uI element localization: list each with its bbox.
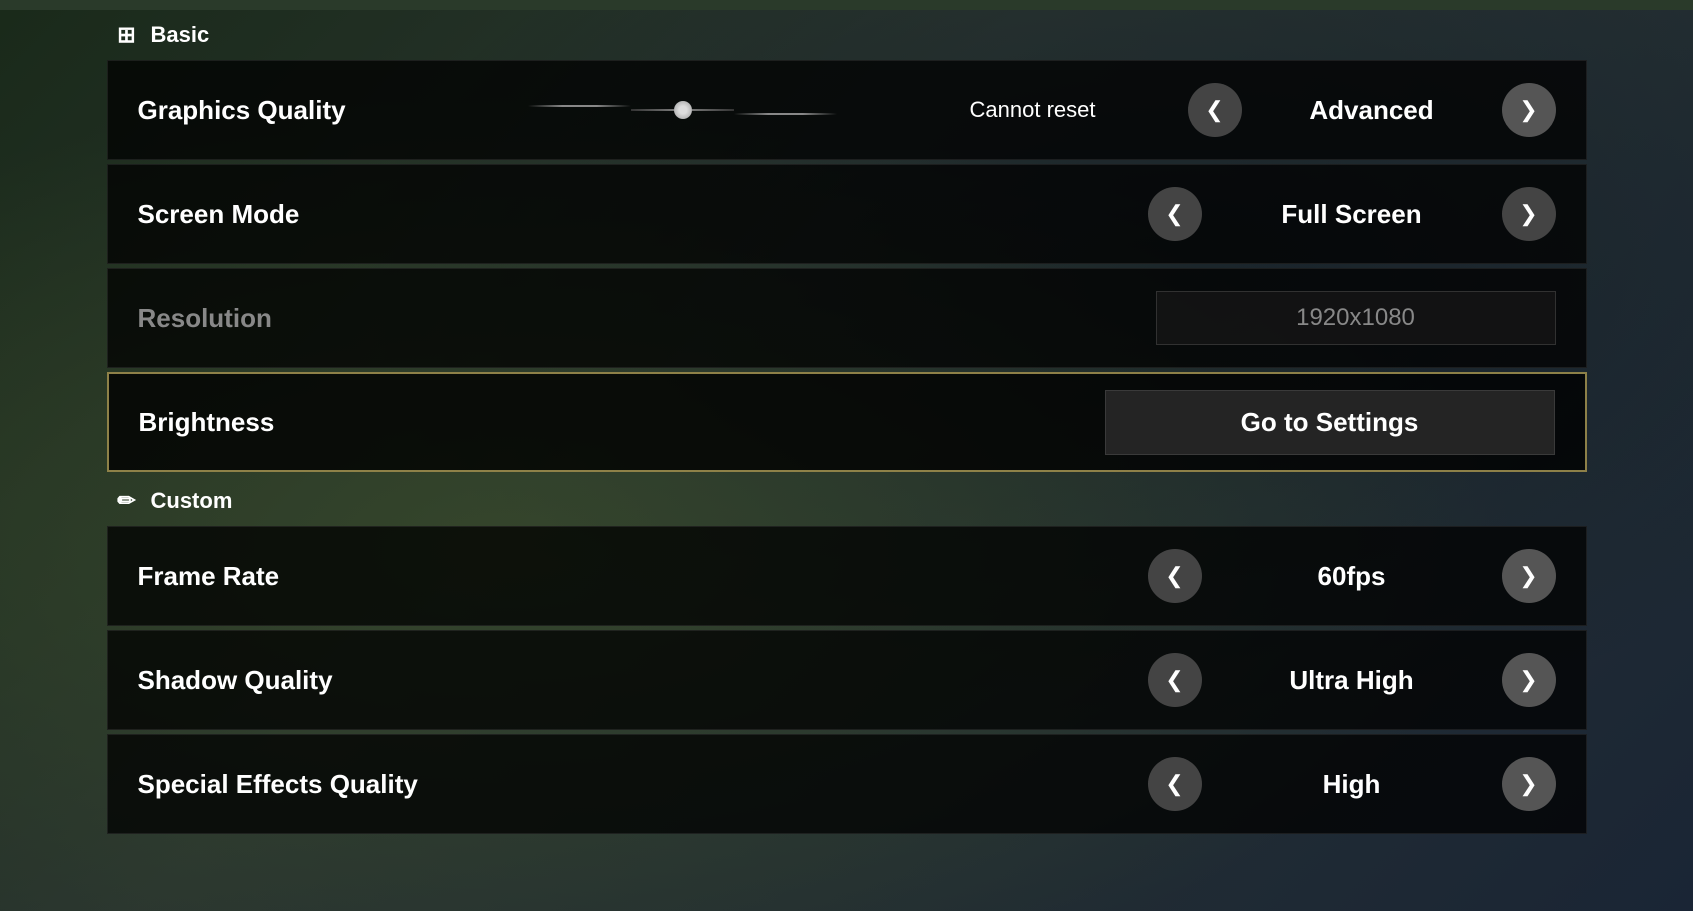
shadow-quality-value: Ultra High	[1202, 665, 1502, 696]
shadow-quality-row: Shadow Quality ❮ Ultra High ❯	[107, 630, 1587, 730]
go-to-settings-button[interactable]: Go to Settings	[1105, 390, 1555, 455]
screen-mode-next-button[interactable]: ❯	[1502, 187, 1556, 241]
slider-bottom-line	[734, 113, 837, 115]
special-effects-quality-next-button[interactable]: ❯	[1502, 757, 1556, 811]
custom-section-header: ✏ Custom	[107, 476, 1587, 526]
screen-mode-row: Screen Mode ❮ Full Screen ❯	[107, 164, 1587, 264]
screen-mode-label: Screen Mode	[138, 199, 488, 230]
shadow-quality-control: ❮ Ultra High ❯	[488, 653, 1556, 707]
frame-rate-control: ❮ 60fps ❯	[488, 549, 1556, 603]
frame-rate-next-button[interactable]: ❯	[1502, 549, 1556, 603]
slider-thumb	[674, 101, 692, 119]
brightness-label: Brightness	[139, 407, 489, 438]
cannot-reset-label: Cannot reset	[878, 97, 1188, 123]
screen-mode-value: Full Screen	[1202, 199, 1502, 230]
frame-rate-label: Frame Rate	[138, 561, 488, 592]
graphics-quality-row: Graphics Quality Cannot reset ❮ Advanced…	[107, 60, 1587, 160]
graphics-quality-slider-area	[488, 101, 878, 119]
basic-section-header: ⊞ Basic	[107, 10, 1587, 60]
graphics-quality-value: Advanced	[1242, 95, 1502, 126]
special-effects-quality-value: High	[1202, 769, 1502, 800]
graphics-quality-control: Cannot reset ❮ Advanced ❯	[488, 83, 1556, 137]
slider-left-track	[631, 109, 674, 111]
slider-right-track	[692, 109, 735, 111]
shadow-quality-next-button[interactable]: ❯	[1502, 653, 1556, 707]
shadow-quality-prev-button[interactable]: ❮	[1148, 653, 1202, 707]
frame-rate-value: 60fps	[1202, 561, 1502, 592]
special-effects-quality-prev-button[interactable]: ❮	[1148, 757, 1202, 811]
pencil-icon: ✏	[115, 489, 139, 513]
custom-label: Custom	[151, 488, 233, 514]
slider-top-line	[528, 105, 631, 107]
resolution-row: Resolution 1920x1080	[107, 268, 1587, 368]
graphics-quality-label: Graphics Quality	[138, 95, 488, 126]
brightness-control: Go to Settings	[489, 390, 1555, 455]
screen-mode-control: ❮ Full Screen ❯	[488, 187, 1556, 241]
shadow-quality-label: Shadow Quality	[138, 665, 488, 696]
screen-mode-prev-button[interactable]: ❮	[1148, 187, 1202, 241]
special-effects-quality-row: Special Effects Quality ❮ High ❯	[107, 734, 1587, 834]
graphics-quality-next-button[interactable]: ❯	[1502, 83, 1556, 137]
resolution-control: 1920x1080	[488, 291, 1556, 345]
basic-label: Basic	[151, 22, 210, 48]
brightness-row: Brightness Go to Settings	[107, 372, 1587, 472]
special-effects-quality-label: Special Effects Quality	[138, 769, 488, 800]
frame-rate-row: Frame Rate ❮ 60fps ❯	[107, 526, 1587, 626]
resolution-label: Resolution	[138, 303, 488, 334]
special-effects-quality-control: ❮ High ❯	[488, 757, 1556, 811]
grid-icon: ⊞	[115, 23, 139, 47]
graphics-quality-prev-button[interactable]: ❮	[1188, 83, 1242, 137]
resolution-value: 1920x1080	[1156, 291, 1556, 345]
frame-rate-prev-button[interactable]: ❮	[1148, 549, 1202, 603]
